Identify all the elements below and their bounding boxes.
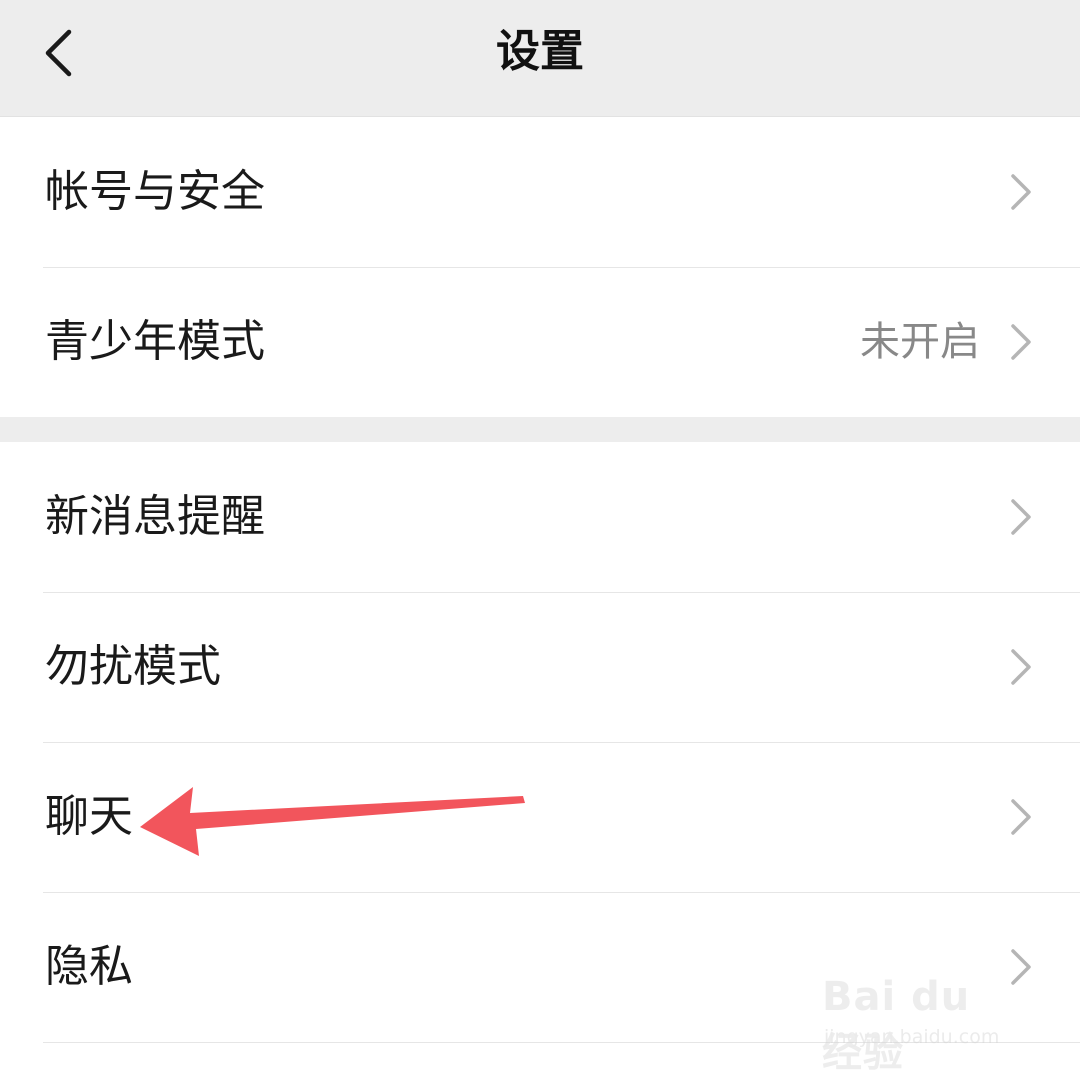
settings-item-label: 勿扰模式 <box>45 641 221 692</box>
settings-group-general: 新消息提醒 勿扰模式 聊天 隐私 <box>0 442 1080 1084</box>
settings-item-account-security[interactable]: 帐号与安全 <box>0 117 1080 267</box>
chevron-right-icon <box>1011 949 1031 985</box>
settings-item-partial[interactable] <box>0 1042 1080 1084</box>
teen-mode-status: 未开启 <box>860 319 980 365</box>
settings-item-chat[interactable]: 聊天 <box>0 742 1080 892</box>
chevron-right-icon <box>1011 799 1031 835</box>
page-title: 设置 <box>496 26 584 77</box>
chevron-right-icon <box>1011 649 1031 685</box>
settings-item-privacy[interactable]: 隐私 <box>0 892 1080 1042</box>
settings-item-label: 新消息提醒 <box>45 491 265 542</box>
chevron-right-icon <box>1011 174 1031 210</box>
settings-item-new-message-alerts[interactable]: 新消息提醒 <box>0 442 1080 592</box>
chevron-right-icon <box>1011 324 1031 360</box>
settings-item-do-not-disturb[interactable]: 勿扰模式 <box>0 592 1080 742</box>
settings-item-label: 青少年模式 <box>45 316 265 367</box>
settings-item-label: 帐号与安全 <box>45 166 265 217</box>
settings-item-label: 隐私 <box>45 941 133 992</box>
chevron-right-icon <box>1011 499 1031 535</box>
navigation-bar: 设置 <box>0 0 1080 117</box>
settings-item-teen-mode[interactable]: 青少年模式 未开启 <box>0 267 1080 417</box>
settings-group-account: 帐号与安全 青少年模式 未开启 <box>0 117 1080 417</box>
settings-item-label: 聊天 <box>45 791 133 842</box>
